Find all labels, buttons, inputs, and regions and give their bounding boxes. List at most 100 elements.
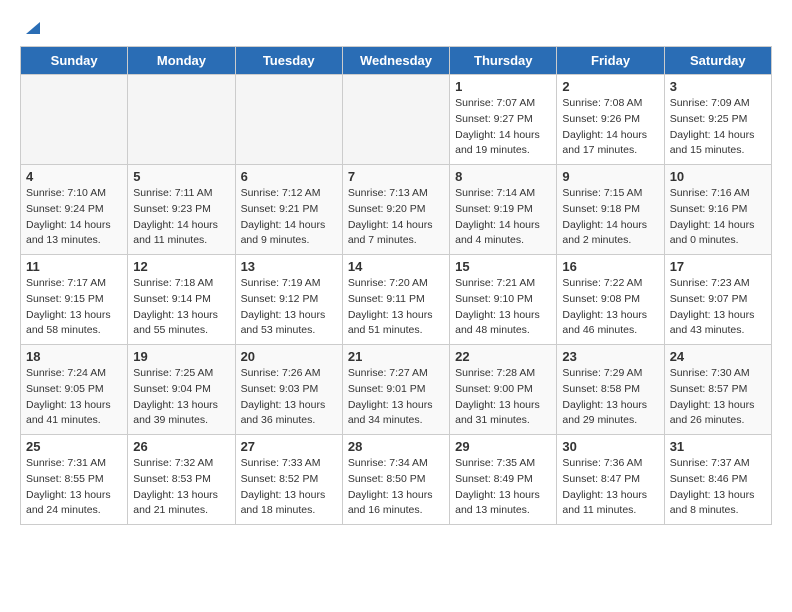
day-info: Sunrise: 7:26 AM Sunset: 9:03 PM Dayligh… bbox=[241, 366, 337, 429]
calendar-day-cell: 2Sunrise: 7:08 AM Sunset: 9:26 PM Daylig… bbox=[557, 75, 664, 165]
logo bbox=[20, 20, 42, 36]
day-number: 19 bbox=[133, 349, 229, 364]
day-number: 12 bbox=[133, 259, 229, 274]
calendar-day-cell: 22 Sunrise: 7:28 AM Sunset: 9:00 PM Dayli… bbox=[450, 345, 557, 435]
calendar-week-row: 18 Sunrise: 7:24 AM Sunset: 9:05 PM Dayli… bbox=[21, 345, 772, 435]
calendar-day-cell: 15 Sunrise: 7:21 AM Sunset: 9:10 PM Dayli… bbox=[450, 255, 557, 345]
day-info: Sunrise: 7:28 AM Sunset: 9:00 PM Dayligh… bbox=[455, 366, 551, 429]
day-info: Sunrise: 7:32 AM Sunset: 8:53 PM Dayligh… bbox=[133, 456, 229, 519]
day-number: 5 bbox=[133, 169, 229, 184]
day-number: 6 bbox=[241, 169, 337, 184]
calendar-day-cell: 14Sunrise: 7:20 AM Sunset: 9:11 PM Dayli… bbox=[342, 255, 449, 345]
logo-triangle-icon bbox=[22, 16, 42, 36]
day-info: Sunrise: 7:11 AM Sunset: 9:23 PM Dayligh… bbox=[133, 186, 229, 249]
day-number: 10 bbox=[670, 169, 766, 184]
day-number: 26 bbox=[133, 439, 229, 454]
day-info: Sunrise: 7:25 AM Sunset: 9:04 PM Dayligh… bbox=[133, 366, 229, 429]
day-number: 13 bbox=[241, 259, 337, 274]
calendar-weekday-header: Friday bbox=[557, 47, 664, 75]
calendar-week-row: 4Sunrise: 7:10 AM Sunset: 9:24 PM Daylig… bbox=[21, 165, 772, 255]
calendar-day-cell: 18 Sunrise: 7:24 AM Sunset: 9:05 PM Dayli… bbox=[21, 345, 128, 435]
calendar-day-cell: 9 Sunrise: 7:15 AM Sunset: 9:18 PM Daylig… bbox=[557, 165, 664, 255]
calendar-day-cell bbox=[342, 75, 449, 165]
day-number: 16 bbox=[562, 259, 658, 274]
day-number: 15 bbox=[455, 259, 551, 274]
day-info: Sunrise: 7:13 AM Sunset: 9:20 PM Dayligh… bbox=[348, 186, 444, 249]
day-info: Sunrise: 7:14 AM Sunset: 9:19 PM Dayligh… bbox=[455, 186, 551, 249]
day-info: Sunrise: 7:33 AM Sunset: 8:52 PM Dayligh… bbox=[241, 456, 337, 519]
day-number: 22 bbox=[455, 349, 551, 364]
calendar-day-cell: 31Sunrise: 7:37 AM Sunset: 8:46 PM Dayli… bbox=[664, 435, 771, 525]
calendar-day-cell: 8 Sunrise: 7:14 AM Sunset: 9:19 PM Daylig… bbox=[450, 165, 557, 255]
calendar-day-cell: 21 Sunrise: 7:27 AM Sunset: 9:01 PM Dayli… bbox=[342, 345, 449, 435]
day-number: 18 bbox=[26, 349, 122, 364]
calendar-day-cell: 25 Sunrise: 7:31 AM Sunset: 8:55 PM Dayli… bbox=[21, 435, 128, 525]
calendar-header-row: SundayMondayTuesdayWednesdayThursdayFrid… bbox=[21, 47, 772, 75]
day-info: Sunrise: 7:34 AM Sunset: 8:50 PM Dayligh… bbox=[348, 456, 444, 519]
day-info: Sunrise: 7:07 AM Sunset: 9:27 PM Dayligh… bbox=[455, 96, 551, 159]
day-info: Sunrise: 7:24 AM Sunset: 9:05 PM Dayligh… bbox=[26, 366, 122, 429]
calendar-day-cell: 13Sunrise: 7:19 AM Sunset: 9:12 PM Dayli… bbox=[235, 255, 342, 345]
calendar-day-cell: 29 Sunrise: 7:35 AM Sunset: 8:49 PM Dayli… bbox=[450, 435, 557, 525]
calendar-weekday-header: Sunday bbox=[21, 47, 128, 75]
day-number: 30 bbox=[562, 439, 658, 454]
calendar-day-cell: 23Sunrise: 7:29 AM Sunset: 8:58 PM Dayli… bbox=[557, 345, 664, 435]
calendar-day-cell: 27 Sunrise: 7:33 AM Sunset: 8:52 PM Dayli… bbox=[235, 435, 342, 525]
day-number: 7 bbox=[348, 169, 444, 184]
day-number: 25 bbox=[26, 439, 122, 454]
calendar-day-cell: 30 Sunrise: 7:36 AM Sunset: 8:47 PM Dayli… bbox=[557, 435, 664, 525]
day-number: 21 bbox=[348, 349, 444, 364]
day-info: Sunrise: 7:31 AM Sunset: 8:55 PM Dayligh… bbox=[26, 456, 122, 519]
day-info: Sunrise: 7:18 AM Sunset: 9:14 PM Dayligh… bbox=[133, 276, 229, 339]
day-number: 9 bbox=[562, 169, 658, 184]
calendar-weekday-header: Wednesday bbox=[342, 47, 449, 75]
day-info: Sunrise: 7:23 AM Sunset: 9:07 PM Dayligh… bbox=[670, 276, 766, 339]
calendar-day-cell bbox=[235, 75, 342, 165]
day-info: Sunrise: 7:16 AM Sunset: 9:16 PM Dayligh… bbox=[670, 186, 766, 249]
calendar-week-row: 25 Sunrise: 7:31 AM Sunset: 8:55 PM Dayli… bbox=[21, 435, 772, 525]
calendar-week-row: 11 Sunrise: 7:17 AM Sunset: 9:15 PM Dayli… bbox=[21, 255, 772, 345]
calendar-day-cell: 19 Sunrise: 7:25 AM Sunset: 9:04 PM Dayli… bbox=[128, 345, 235, 435]
calendar-day-cell: 10 Sunrise: 7:16 AM Sunset: 9:16 PM Dayli… bbox=[664, 165, 771, 255]
day-number: 23 bbox=[562, 349, 658, 364]
calendar-weekday-header: Thursday bbox=[450, 47, 557, 75]
calendar-day-cell bbox=[21, 75, 128, 165]
day-info: Sunrise: 7:27 AM Sunset: 9:01 PM Dayligh… bbox=[348, 366, 444, 429]
day-info: Sunrise: 7:21 AM Sunset: 9:10 PM Dayligh… bbox=[455, 276, 551, 339]
day-number: 3 bbox=[670, 79, 766, 94]
calendar-day-cell: 3 Sunrise: 7:09 AM Sunset: 9:25 PM Daylig… bbox=[664, 75, 771, 165]
calendar-day-cell: 17 Sunrise: 7:23 AM Sunset: 9:07 PM Dayli… bbox=[664, 255, 771, 345]
day-info: Sunrise: 7:30 AM Sunset: 8:57 PM Dayligh… bbox=[670, 366, 766, 429]
calendar-day-cell bbox=[128, 75, 235, 165]
calendar-day-cell: 5 Sunrise: 7:11 AM Sunset: 9:23 PM Daylig… bbox=[128, 165, 235, 255]
day-number: 1 bbox=[455, 79, 551, 94]
day-info: Sunrise: 7:22 AM Sunset: 9:08 PM Dayligh… bbox=[562, 276, 658, 339]
day-number: 8 bbox=[455, 169, 551, 184]
day-number: 17 bbox=[670, 259, 766, 274]
day-number: 27 bbox=[241, 439, 337, 454]
day-number: 24 bbox=[670, 349, 766, 364]
day-info: Sunrise: 7:10 AM Sunset: 9:24 PM Dayligh… bbox=[26, 186, 122, 249]
day-info: Sunrise: 7:35 AM Sunset: 8:49 PM Dayligh… bbox=[455, 456, 551, 519]
day-info: Sunrise: 7:12 AM Sunset: 9:21 PM Dayligh… bbox=[241, 186, 337, 249]
calendar-day-cell: 24 Sunrise: 7:30 AM Sunset: 8:57 PM Dayli… bbox=[664, 345, 771, 435]
calendar-day-cell: 12 Sunrise: 7:18 AM Sunset: 9:14 PM Dayli… bbox=[128, 255, 235, 345]
calendar-week-row: 1 Sunrise: 7:07 AM Sunset: 9:27 PM Daylig… bbox=[21, 75, 772, 165]
calendar-weekday-header: Tuesday bbox=[235, 47, 342, 75]
calendar-day-cell: 16 Sunrise: 7:22 AM Sunset: 9:08 PM Dayli… bbox=[557, 255, 664, 345]
day-info: Sunrise: 7:08 AM Sunset: 9:26 PM Dayligh… bbox=[562, 96, 658, 159]
day-number: 29 bbox=[455, 439, 551, 454]
day-info: Sunrise: 7:36 AM Sunset: 8:47 PM Dayligh… bbox=[562, 456, 658, 519]
day-number: 31 bbox=[670, 439, 766, 454]
day-info: Sunrise: 7:09 AM Sunset: 9:25 PM Dayligh… bbox=[670, 96, 766, 159]
calendar-weekday-header: Monday bbox=[128, 47, 235, 75]
calendar-day-cell: 20 Sunrise: 7:26 AM Sunset: 9:03 PM Dayli… bbox=[235, 345, 342, 435]
day-number: 28 bbox=[348, 439, 444, 454]
calendar-day-cell: 6 Sunrise: 7:12 AM Sunset: 9:21 PM Daylig… bbox=[235, 165, 342, 255]
calendar-day-cell: 7 Sunrise: 7:13 AM Sunset: 9:20 PM Daylig… bbox=[342, 165, 449, 255]
day-info: Sunrise: 7:17 AM Sunset: 9:15 PM Dayligh… bbox=[26, 276, 122, 339]
day-number: 11 bbox=[26, 259, 122, 274]
day-number: 20 bbox=[241, 349, 337, 364]
day-info: Sunrise: 7:15 AM Sunset: 9:18 PM Dayligh… bbox=[562, 186, 658, 249]
calendar-table: SundayMondayTuesdayWednesdayThursdayFrid… bbox=[20, 46, 772, 525]
